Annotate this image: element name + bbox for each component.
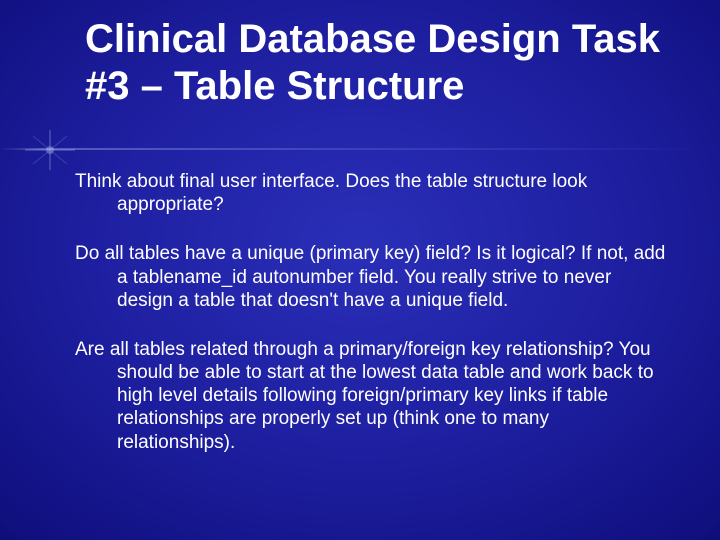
paragraph: Think about final user interface. Does t… [75, 170, 670, 216]
paragraph: Do all tables have a unique (primary key… [75, 242, 670, 312]
slide-body: Think about final user interface. Does t… [75, 170, 670, 480]
slide: Clinical Database Design Task #3 – Table… [0, 0, 720, 540]
paragraph: Are all tables related through a primary… [75, 338, 670, 454]
divider-line [0, 148, 720, 150]
lens-flare-decoration [15, 130, 85, 170]
slide-title: Clinical Database Design Task #3 – Table… [85, 16, 680, 110]
